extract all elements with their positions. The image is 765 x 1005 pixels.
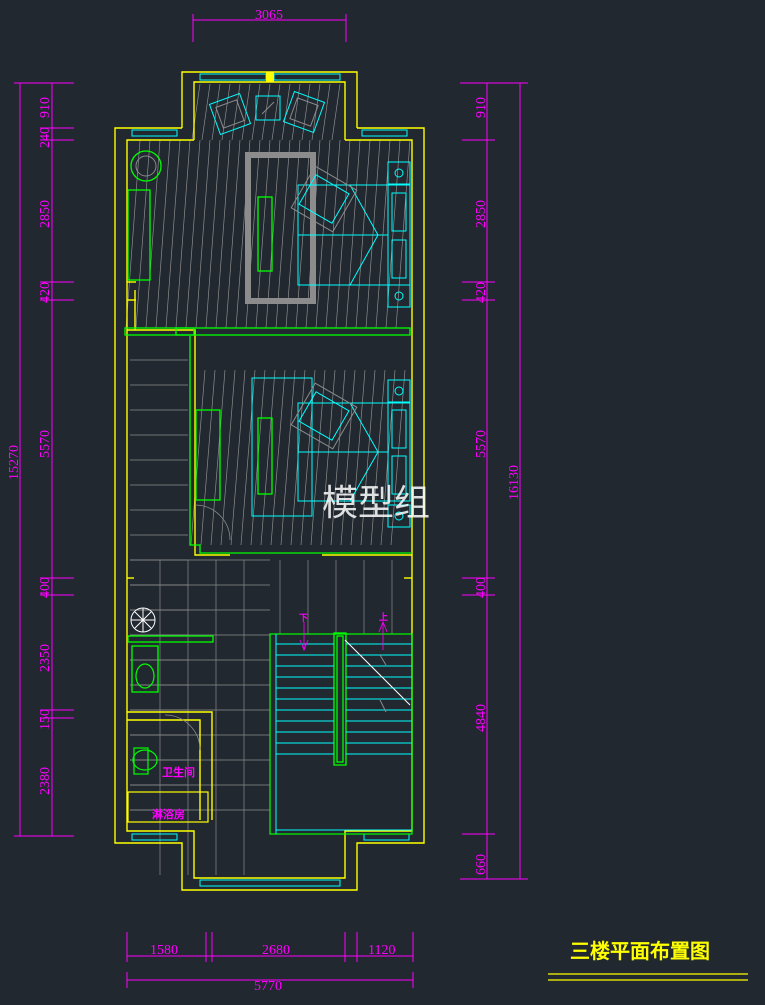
dim-top: 3065 bbox=[255, 8, 283, 23]
dim-right-2850: 2850 bbox=[474, 200, 489, 228]
dim-right-4840: 4840 bbox=[474, 704, 489, 732]
hatch-line bbox=[261, 83, 271, 141]
dim-left-2380: 2380 bbox=[38, 767, 53, 795]
dim-left-2850: 2850 bbox=[38, 200, 53, 228]
hatch-line bbox=[321, 83, 331, 141]
watermark: 模型组 bbox=[322, 483, 430, 524]
dim-bottom-1120: 1120 bbox=[368, 943, 395, 958]
nightstand-2a bbox=[387, 379, 411, 403]
bedroom-1 bbox=[130, 150, 411, 308]
dim-right-420: 420 bbox=[474, 282, 489, 303]
dim-right-400: 400 bbox=[474, 577, 489, 598]
bathroom-fixtures bbox=[127, 663, 209, 823]
dim-left-5570: 5570 bbox=[38, 430, 53, 458]
hatch-line bbox=[201, 83, 211, 141]
dim-left-400: 400 bbox=[38, 577, 53, 598]
hatch-line bbox=[211, 83, 221, 141]
dim-left-labels: 910 240 2850 420 5570 400 2350 150 2380 bbox=[38, 97, 53, 795]
dim-left-910: 910 bbox=[38, 97, 53, 118]
dim-bottom-total: 5770 bbox=[254, 979, 282, 994]
green-elements bbox=[124, 189, 412, 766]
dim-left-total: 15270 bbox=[7, 445, 22, 480]
shower-label: 淋浴房 bbox=[152, 807, 185, 821]
dim-left-420: 420 bbox=[38, 282, 53, 303]
dim-right-660: 660 bbox=[474, 854, 489, 875]
dim-right-5570: 5570 bbox=[474, 430, 489, 458]
stair-up-label: 上 bbox=[379, 611, 388, 623]
hatch-line bbox=[191, 83, 201, 141]
balcony-chairs bbox=[208, 90, 326, 136]
hatch-line bbox=[231, 83, 241, 141]
hatch-line bbox=[281, 83, 291, 141]
floor-plan-drawing: 下 上 卫生间 淋浴房 3065 15270 16130 910 240 285… bbox=[7, 8, 748, 994]
dim-right-910: 910 bbox=[474, 97, 489, 118]
dim-left-150: 150 bbox=[38, 709, 53, 730]
dim-bottom-1580: 1580 bbox=[150, 943, 178, 958]
dim-left-2350: 2350 bbox=[38, 644, 53, 672]
hatch-line bbox=[331, 83, 341, 141]
staircase: 下 上 bbox=[269, 611, 413, 835]
toilet-label: 卫生间 bbox=[162, 765, 195, 779]
hatch-line bbox=[301, 83, 311, 141]
dimension-lines bbox=[14, 14, 528, 988]
potted-plant bbox=[130, 607, 156, 633]
stair-down-label: 下 bbox=[299, 613, 308, 624]
drawing-title: 三楼平面布置图 bbox=[570, 939, 710, 963]
dim-bottom-2680: 2680 bbox=[262, 943, 290, 958]
dim-left-240: 240 bbox=[38, 127, 53, 148]
floor-hatching bbox=[125, 83, 411, 875]
hatch-line bbox=[271, 83, 281, 141]
dim-right-total: 16130 bbox=[507, 465, 522, 500]
